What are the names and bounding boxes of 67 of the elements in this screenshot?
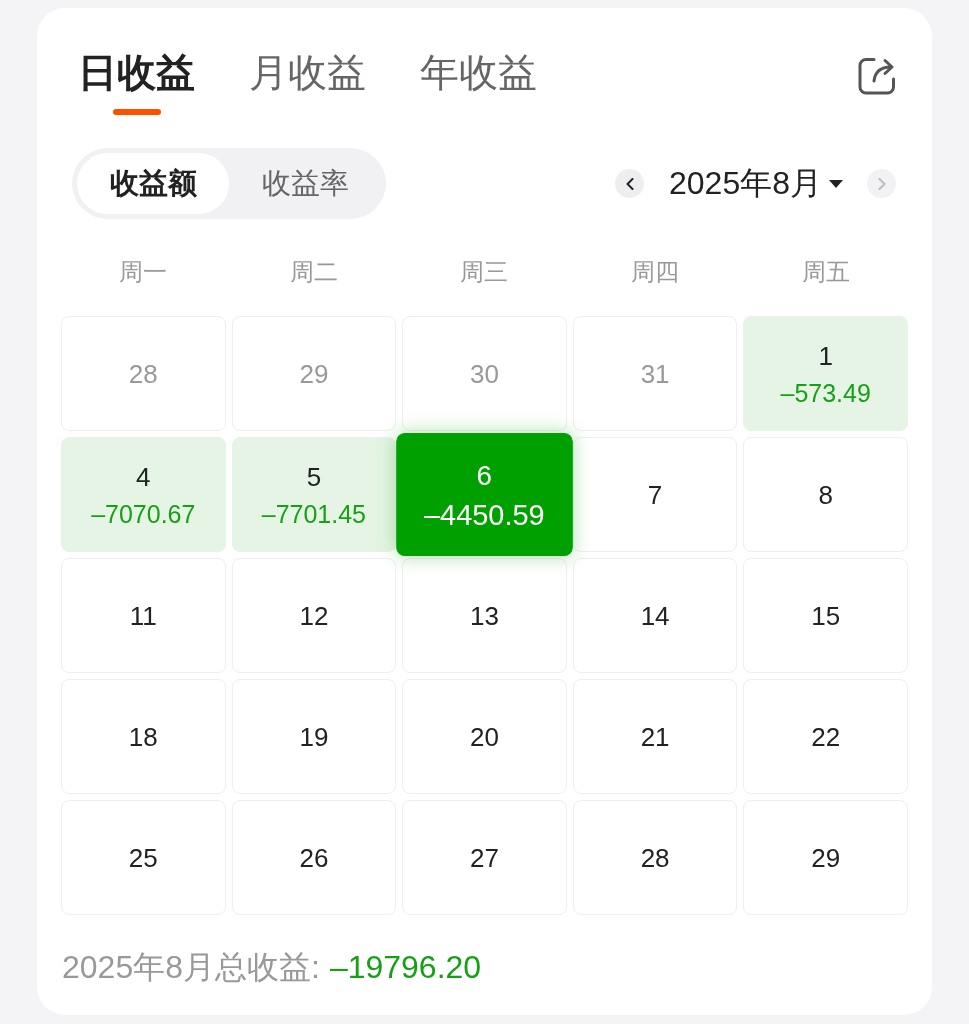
calendar-day[interactable]: 29: [743, 800, 908, 915]
tab[interactable]: 年收益: [420, 45, 537, 115]
tab[interactable]: 日收益: [78, 45, 195, 115]
total-label: 2025年8月总收益:: [62, 949, 320, 985]
weekday-label: 周三: [459, 257, 510, 287]
day-number: 27: [470, 841, 499, 874]
calendar-day[interactable]: 7: [572, 437, 738, 552]
calendar-day[interactable]: 22: [743, 679, 908, 794]
day-number: 29: [299, 357, 329, 390]
day-number: 13: [470, 599, 499, 632]
calendar-day[interactable]: 15: [743, 558, 908, 673]
calendar-day[interactable]: 1 –573.49: [743, 316, 908, 431]
month-picker[interactable]: 2025年8月: [669, 161, 843, 206]
day-number: 20: [470, 720, 499, 753]
day-number: 22: [811, 720, 841, 753]
chevron-right-icon: [877, 177, 886, 190]
share-icon[interactable]: [857, 56, 897, 96]
calendar-day[interactable]: 21: [572, 679, 738, 794]
day-profit: –7701.45: [261, 498, 367, 529]
day-number: 1: [818, 339, 833, 372]
calendar-day[interactable]: 26: [231, 800, 397, 915]
segment-option[interactable]: 收益率: [229, 153, 381, 214]
day-number: 31: [640, 357, 670, 390]
day-number: 6: [476, 458, 493, 493]
day-number: 25: [128, 841, 158, 874]
calendar-day[interactable]: 19: [231, 679, 397, 794]
day-number: 12: [299, 599, 329, 632]
chevron-left-icon: [625, 177, 634, 190]
calendar-day[interactable]: 8: [743, 437, 908, 552]
day-number: 26: [299, 841, 329, 874]
day-number: 11: [129, 599, 157, 632]
calendar-day[interactable]: 28: [572, 800, 738, 915]
day-profit: –7070.67: [91, 498, 196, 529]
day-profit: –573.49: [780, 377, 871, 408]
day-number: 8: [818, 478, 833, 511]
weekday-label: 周二: [288, 257, 339, 287]
day-number: 30: [470, 357, 499, 390]
calendar-day[interactable]: 14: [572, 558, 738, 673]
day-number: 28: [128, 357, 158, 390]
day-number: 19: [299, 720, 329, 753]
calendar-day[interactable]: 27: [402, 800, 567, 915]
day-number: 28: [640, 841, 670, 874]
day-profit: –4450.59: [424, 498, 545, 531]
calendar-day[interactable]: 25: [61, 800, 226, 915]
weekday-label: 周一: [118, 257, 169, 287]
day-number: 18: [128, 720, 158, 753]
segment-option[interactable]: 收益额: [77, 153, 229, 214]
day-number: 29: [811, 841, 841, 874]
weekday-label: 周五: [800, 257, 851, 287]
day-number: 21: [640, 720, 670, 753]
calendar-day[interactable]: 4 –7070.67: [61, 437, 226, 552]
total-value: –19796.20: [329, 949, 482, 985]
calendar-day[interactable]: 5 –7701.45: [231, 437, 397, 552]
tab[interactable]: 月收益: [249, 45, 366, 115]
calendar-day[interactable]: 12: [231, 558, 397, 673]
weekday-label: 周四: [630, 257, 681, 287]
calendar-day[interactable]: 11: [61, 558, 226, 673]
day-number: 7: [647, 478, 663, 511]
day-number: 4: [136, 460, 151, 493]
prev-month-button[interactable]: [615, 169, 644, 198]
day-number: 14: [640, 599, 670, 632]
caret-icon: [829, 179, 843, 188]
calendar-day[interactable]: 18: [61, 679, 226, 794]
day-number: 5: [306, 460, 322, 493]
calendar-day[interactable]: 13: [402, 558, 567, 673]
day-number: 15: [811, 599, 841, 632]
calendar-day[interactable]: 20: [402, 679, 567, 794]
